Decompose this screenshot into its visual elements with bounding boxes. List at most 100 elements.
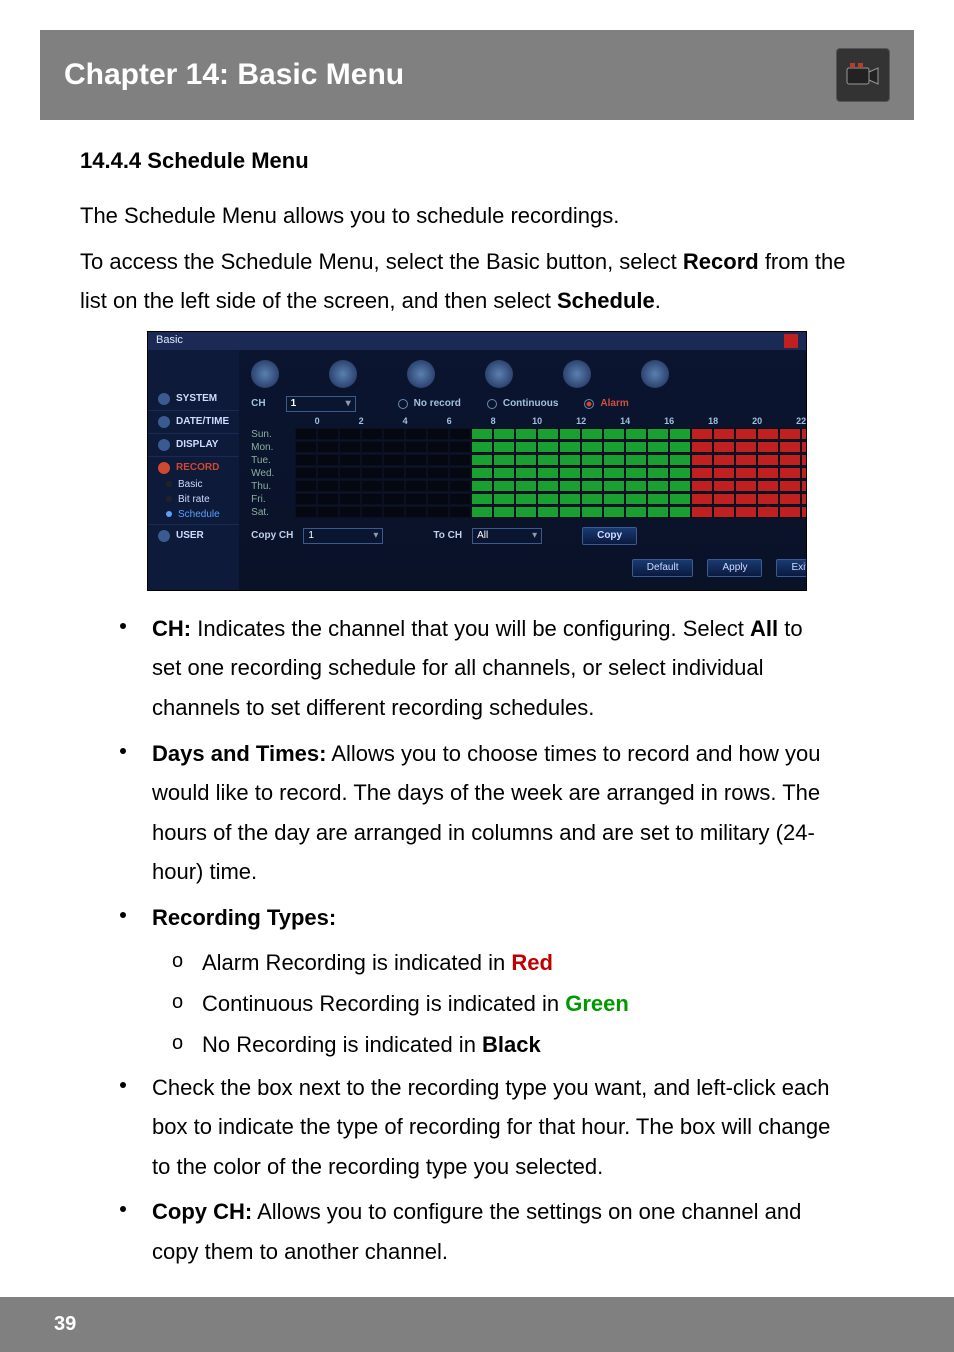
schedule-cell[interactable] bbox=[625, 454, 647, 466]
schedule-cell[interactable] bbox=[757, 493, 779, 505]
schedule-cell[interactable] bbox=[427, 480, 449, 492]
schedule-cell[interactable] bbox=[295, 454, 317, 466]
schedule-cell[interactable] bbox=[691, 454, 713, 466]
toolbar-icon[interactable] bbox=[407, 360, 435, 388]
schedule-cell[interactable] bbox=[669, 506, 691, 518]
schedule-cell[interactable] bbox=[713, 493, 735, 505]
schedule-cell[interactable] bbox=[603, 480, 625, 492]
schedule-cell[interactable] bbox=[405, 506, 427, 518]
toolbar-icon[interactable] bbox=[641, 360, 669, 388]
schedule-cell[interactable] bbox=[713, 480, 735, 492]
sidebar-sub-schedule[interactable]: Schedule bbox=[156, 507, 239, 522]
schedule-cell[interactable] bbox=[317, 441, 339, 453]
schedule-cell[interactable] bbox=[757, 454, 779, 466]
schedule-cell[interactable] bbox=[405, 467, 427, 479]
schedule-cell[interactable] bbox=[427, 493, 449, 505]
schedule-cell[interactable] bbox=[295, 506, 317, 518]
schedule-cell[interactable] bbox=[603, 493, 625, 505]
to-ch-dropdown[interactable]: All▾ bbox=[472, 528, 542, 544]
schedule-cell[interactable] bbox=[625, 428, 647, 440]
schedule-cell[interactable] bbox=[361, 454, 383, 466]
copy-button[interactable]: Copy bbox=[582, 527, 637, 545]
schedule-cell[interactable] bbox=[295, 428, 317, 440]
schedule-cell[interactable] bbox=[537, 506, 559, 518]
schedule-cell[interactable] bbox=[779, 441, 801, 453]
schedule-cell[interactable] bbox=[713, 506, 735, 518]
schedule-cell[interactable] bbox=[647, 480, 669, 492]
schedule-cell[interactable] bbox=[295, 441, 317, 453]
schedule-cell[interactable] bbox=[449, 467, 471, 479]
schedule-cell[interactable] bbox=[515, 454, 537, 466]
schedule-cell[interactable] bbox=[537, 441, 559, 453]
schedule-cell[interactable] bbox=[801, 454, 807, 466]
schedule-cell[interactable] bbox=[559, 441, 581, 453]
schedule-cell[interactable] bbox=[295, 493, 317, 505]
schedule-cell[interactable] bbox=[691, 506, 713, 518]
schedule-cell[interactable] bbox=[361, 441, 383, 453]
schedule-cell[interactable] bbox=[515, 467, 537, 479]
schedule-cell[interactable] bbox=[449, 480, 471, 492]
schedule-cell[interactable] bbox=[713, 454, 735, 466]
schedule-cell[interactable] bbox=[691, 441, 713, 453]
sidebar-sub-bitrate[interactable]: Bit rate bbox=[156, 492, 239, 507]
schedule-cell[interactable] bbox=[603, 506, 625, 518]
schedule-cell[interactable] bbox=[625, 441, 647, 453]
schedule-cell[interactable] bbox=[779, 454, 801, 466]
schedule-cell[interactable] bbox=[801, 467, 807, 479]
schedule-cell[interactable] bbox=[581, 467, 603, 479]
radio-alarm[interactable] bbox=[584, 399, 594, 409]
schedule-cell[interactable] bbox=[361, 480, 383, 492]
default-button[interactable]: Default bbox=[632, 559, 694, 577]
schedule-cell[interactable] bbox=[779, 493, 801, 505]
schedule-cell[interactable] bbox=[735, 441, 757, 453]
schedule-cell[interactable] bbox=[757, 506, 779, 518]
schedule-cell[interactable] bbox=[647, 493, 669, 505]
schedule-cell[interactable] bbox=[383, 467, 405, 479]
close-icon[interactable] bbox=[784, 334, 798, 348]
schedule-cell[interactable] bbox=[449, 506, 471, 518]
schedule-cell[interactable] bbox=[603, 441, 625, 453]
schedule-cell[interactable] bbox=[779, 428, 801, 440]
schedule-cell[interactable] bbox=[427, 467, 449, 479]
schedule-cell[interactable] bbox=[735, 480, 757, 492]
schedule-cell[interactable] bbox=[669, 428, 691, 440]
schedule-cell[interactable] bbox=[471, 506, 493, 518]
schedule-cell[interactable] bbox=[625, 506, 647, 518]
schedule-cell[interactable] bbox=[581, 441, 603, 453]
schedule-cell[interactable] bbox=[295, 480, 317, 492]
schedule-cell[interactable] bbox=[449, 441, 471, 453]
schedule-cell[interactable] bbox=[735, 467, 757, 479]
schedule-cell[interactable] bbox=[559, 428, 581, 440]
radio-norecord[interactable] bbox=[398, 399, 408, 409]
schedule-cell[interactable] bbox=[515, 428, 537, 440]
schedule-cell[interactable] bbox=[515, 441, 537, 453]
schedule-cell[interactable] bbox=[515, 493, 537, 505]
schedule-cell[interactable] bbox=[691, 493, 713, 505]
schedule-cell[interactable] bbox=[317, 454, 339, 466]
schedule-cell[interactable] bbox=[691, 480, 713, 492]
schedule-cell[interactable] bbox=[339, 467, 361, 479]
schedule-cell[interactable] bbox=[471, 454, 493, 466]
schedule-cell[interactable] bbox=[669, 480, 691, 492]
schedule-cell[interactable] bbox=[471, 441, 493, 453]
toolbar-icon[interactable] bbox=[251, 360, 279, 388]
schedule-cell[interactable] bbox=[647, 441, 669, 453]
schedule-cell[interactable] bbox=[559, 454, 581, 466]
schedule-cell[interactable] bbox=[339, 454, 361, 466]
schedule-cell[interactable] bbox=[625, 467, 647, 479]
schedule-cell[interactable] bbox=[493, 454, 515, 466]
schedule-cell[interactable] bbox=[493, 428, 515, 440]
schedule-cell[interactable] bbox=[493, 467, 515, 479]
schedule-cell[interactable] bbox=[779, 467, 801, 479]
schedule-cell[interactable] bbox=[559, 493, 581, 505]
schedule-cell[interactable] bbox=[383, 441, 405, 453]
sidebar-item-record[interactable]: RECORD bbox=[148, 459, 239, 477]
schedule-cell[interactable] bbox=[801, 480, 807, 492]
schedule-cell[interactable] bbox=[779, 480, 801, 492]
schedule-cell[interactable] bbox=[669, 467, 691, 479]
schedule-cell[interactable] bbox=[669, 441, 691, 453]
schedule-cell[interactable] bbox=[339, 441, 361, 453]
schedule-cell[interactable] bbox=[427, 506, 449, 518]
copy-ch-dropdown[interactable]: 1▾ bbox=[303, 528, 383, 544]
schedule-cell[interactable] bbox=[317, 467, 339, 479]
